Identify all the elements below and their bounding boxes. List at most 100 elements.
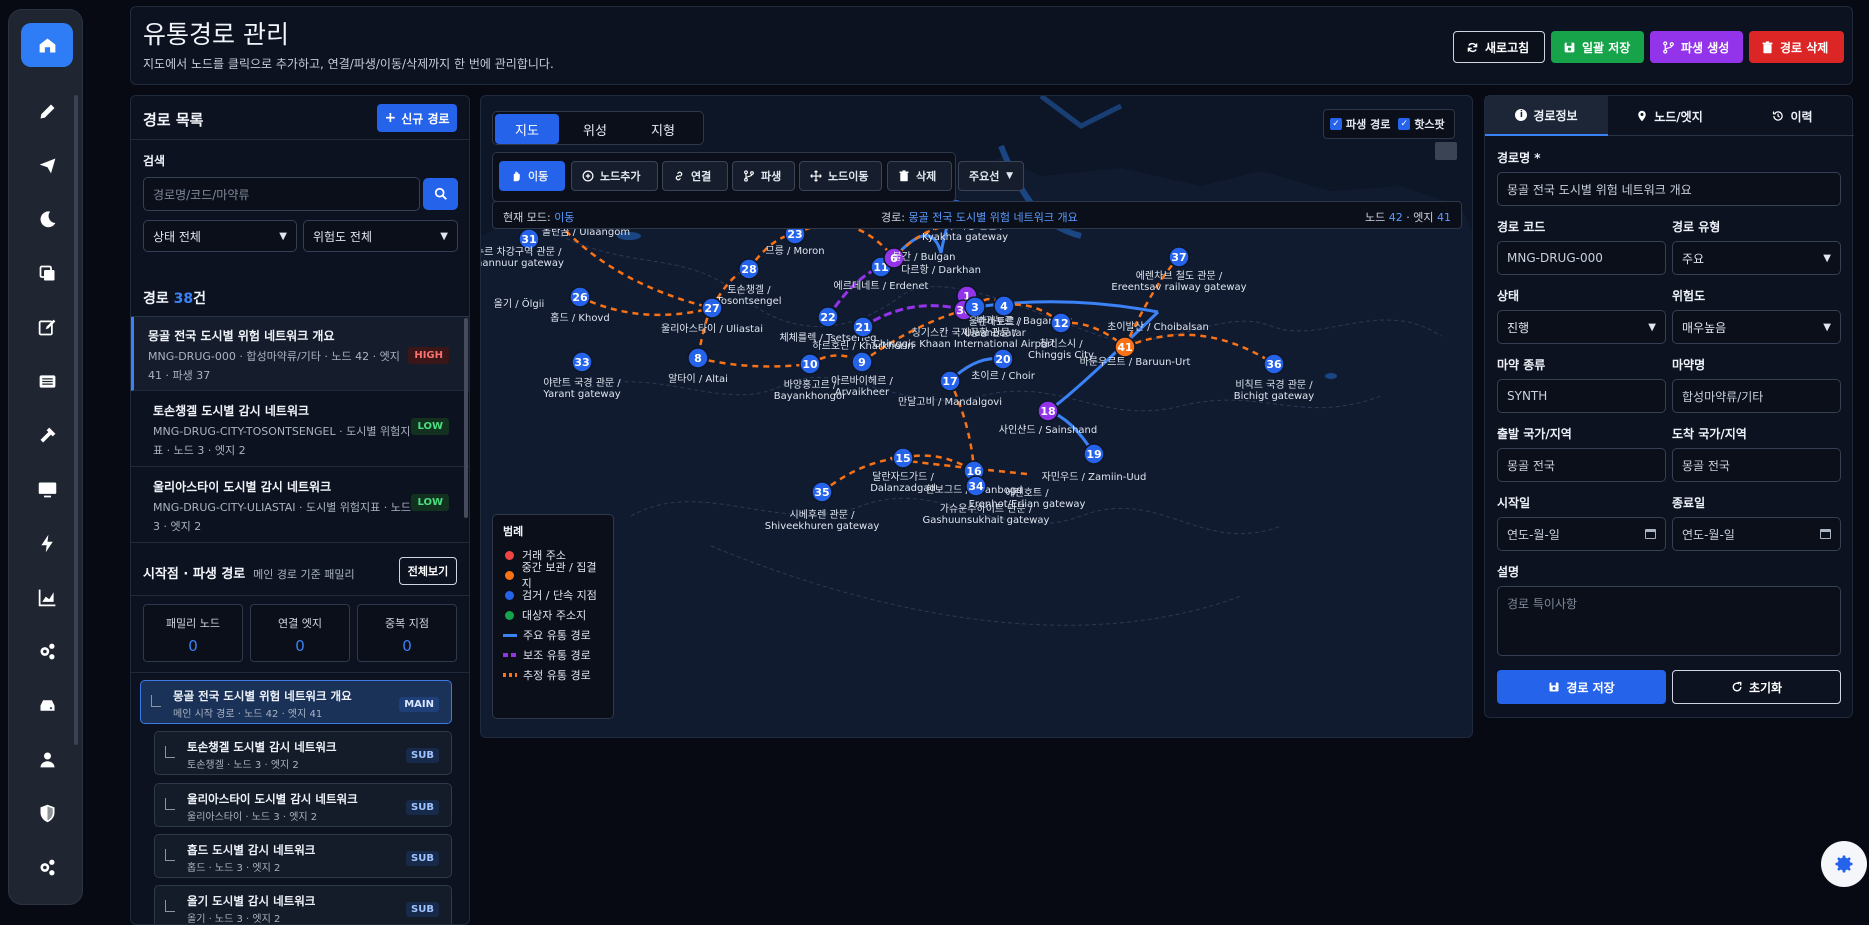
tab-satellite[interactable]: 위성 (563, 114, 627, 144)
sidebar-item-drive[interactable] (21, 683, 73, 727)
tab-node-edge[interactable]: 노드/엣지 (1608, 96, 1731, 136)
route-list-item[interactable]: 몽골 전국 도시별 위험 네트워크 개요 MNG-DRUG-000 · 합성마약… (131, 317, 469, 391)
sidebar-item-shield[interactable] (21, 791, 73, 835)
route-node[interactable]: 다르항 / Darkhan (901, 264, 981, 276)
route-list-item[interactable]: 토손챙겔 도시별 감시 네트워크 MNG-DRUG-CITY-TOSONTSEN… (131, 392, 469, 467)
tab-route-info[interactable]: i 경로정보 (1485, 96, 1608, 136)
sidebar-item-bolt[interactable] (21, 521, 73, 565)
view-all-button[interactable]: 전체보기 (399, 557, 457, 585)
node-number: 10 (802, 358, 818, 371)
delete-route-label: 경로 삭제 (1780, 40, 1829, 55)
family-item-tag: SUB (406, 748, 439, 763)
destination-input[interactable]: 몽골 전국 (1672, 448, 1841, 482)
family-item-main[interactable]: 몽골 전국 도시별 위험 네트워크 개요 메인 시작 경로 · 노드 42 · … (140, 680, 452, 724)
floating-settings-button[interactable] (1821, 841, 1867, 887)
legend-item: 대상자 주소지 (503, 605, 603, 625)
node-label: 바양홍고르 / (784, 378, 837, 391)
route-type-select[interactable]: 주요 ▼ (1672, 241, 1841, 275)
layer-toggles: ✓ 파생 경로 ✓ 핫스팟 (1323, 109, 1455, 139)
route-list-item[interactable]: 울리아스타이 도시별 감시 네트워크 MNG-DRUG-CITY-ULIASTA… (131, 468, 469, 543)
list-scrollbar[interactable] (464, 318, 468, 518)
end-date-input[interactable]: 연도-월-일 (1672, 517, 1841, 551)
search-input[interactable]: 경로명/코드/마약류 (143, 177, 420, 211)
derive-button[interactable]: 파생 생성 (1650, 31, 1743, 63)
tab-terrain[interactable]: 지형 (631, 114, 695, 144)
origin-input[interactable]: 몽골 전국 (1497, 448, 1666, 482)
sidebar-item-hammer[interactable] (21, 413, 73, 457)
checkbox-derived[interactable]: ✓ (1330, 118, 1342, 130)
start-date-input[interactable]: 연도-월-일 (1497, 517, 1666, 551)
stat-value: 0 (295, 637, 305, 655)
bulk-save-button[interactable]: 일괄 저장 (1551, 31, 1644, 63)
tab-history[interactable]: 이력 (1731, 96, 1854, 136)
family-item[interactable]: 울리아스타이 도시별 감시 네트워크 울리아스타이 · 노드 3 · 엣지 2 … (154, 783, 452, 827)
tool-add-node[interactable]: 노드추가 (571, 161, 658, 191)
sidebar-item-pencil[interactable] (21, 89, 73, 133)
map-pin-icon (1638, 110, 1646, 122)
risk-filter-select[interactable]: 위험도 전체 ▼ (303, 220, 458, 252)
family-item[interactable]: 올기 도시별 감시 네트워크 올기 · 노드 3 · 엣지 2 SUB (154, 885, 452, 924)
tool-delete[interactable]: 삭제 (887, 161, 952, 191)
legend-label: 주요 유통 경로 (523, 629, 591, 642)
status-select[interactable]: 진행 ▼ (1497, 310, 1666, 344)
checkbox-hotspot[interactable]: ✓ (1398, 118, 1411, 130)
sidebar-item-cogs[interactable] (21, 629, 73, 673)
sidebar-item-edit[interactable] (21, 305, 73, 349)
tool-connect[interactable]: 연결 (662, 161, 728, 191)
rail-scrollbar[interactable] (74, 95, 78, 745)
sidebar-item-monitor[interactable] (21, 467, 73, 511)
monitor-icon (38, 482, 56, 497)
map-corner-control[interactable] (1435, 142, 1457, 160)
family-item[interactable]: 홉드 도시별 감시 네트워크 홉드 · 노드 3 · 엣지 2 SUB (154, 834, 452, 878)
stat-label: 중복 지점 (385, 617, 429, 630)
node-label: 사인샨드 / Sainshand (999, 424, 1097, 436)
route-count-value: 38 (173, 291, 194, 307)
status-filter-select[interactable]: 상태 전체 ▼ (143, 220, 297, 252)
node-number: 27 (704, 302, 719, 315)
family-title-text: 시작점 · 파생 경로 (143, 567, 246, 582)
risk-badge: LOW (411, 494, 449, 511)
sidebar-item-send[interactable] (21, 143, 73, 187)
route-node[interactable]: 올기 / Ölgii (494, 297, 545, 310)
node-label: Chinggis Khaan International Airport (873, 339, 1055, 350)
save-route-button[interactable]: 경로 저장 (1497, 670, 1666, 704)
tab-map[interactable]: 지도 (495, 114, 559, 144)
sidebar-item-settings[interactable] (21, 845, 73, 889)
map-panel[interactable]: 3224보르스 국경 관문 /Borshoo gateway31차강누르 차강구… (480, 95, 1473, 738)
route-node[interactable]: 초이발산 / Choibalsan (1107, 321, 1209, 333)
sidebar-item-copy[interactable] (21, 251, 73, 295)
risk-select[interactable]: 매우높음 ▼ (1672, 310, 1841, 344)
stat-value: 0 (402, 637, 412, 655)
drug-type-label: 마약 종류 (1497, 358, 1546, 372)
hand-icon (513, 171, 520, 182)
reset-button[interactable]: 초기화 (1672, 670, 1841, 704)
refresh-button[interactable]: 새로고침 (1453, 31, 1545, 63)
node-label: 바룬우르트 / Baruun-Urt (1080, 356, 1191, 368)
sidebar-item-home[interactable] (21, 23, 73, 67)
family-item[interactable]: 토손챙겔 도시별 감시 네트워크 토손챙겔 · 노드 3 · 엣지 2 SUB (154, 731, 452, 775)
route-name-input[interactable]: 몽골 전국 도시별 위험 네트워크 개요 (1497, 172, 1841, 206)
sidebar-item-user[interactable] (21, 737, 73, 781)
sidebar-item-chart[interactable] (21, 575, 73, 619)
tree-branch-icon (151, 695, 161, 707)
node-label: 자민우드 / Zamiin-Uud (1042, 471, 1147, 483)
origin-label: 출발 국가/지역 (1497, 427, 1572, 441)
route-code-input[interactable]: MNG-DRUG-000 (1497, 241, 1666, 275)
new-route-button[interactable]: + 신규 경로 (377, 104, 457, 132)
node-label: Tsagaannuur gateway (481, 258, 564, 269)
sidebar-item-list[interactable] (21, 359, 73, 403)
tool-move[interactable]: 이동 (499, 161, 565, 191)
drug-type-input[interactable]: SYNTH (1497, 379, 1666, 413)
sidebar-item-moon[interactable] (21, 197, 73, 241)
node-number: 19 (1086, 448, 1101, 461)
drug-name-label: 마약명 (1672, 358, 1706, 372)
tool-move-node[interactable]: 노드이동 (799, 161, 882, 191)
delete-route-button[interactable]: 경로 삭제 (1749, 31, 1844, 63)
tool-derive[interactable]: 파생 (732, 161, 795, 191)
node-number: 41 (1117, 341, 1132, 354)
refresh-label: 새로고침 (1485, 40, 1530, 55)
drug-name-input[interactable]: 합성마약류/기타 (1672, 379, 1841, 413)
search-button[interactable] (423, 178, 458, 210)
line-type-select[interactable]: 주요선 ▼ (958, 161, 1024, 191)
description-textarea[interactable]: 경로 특이사항 (1497, 586, 1841, 656)
